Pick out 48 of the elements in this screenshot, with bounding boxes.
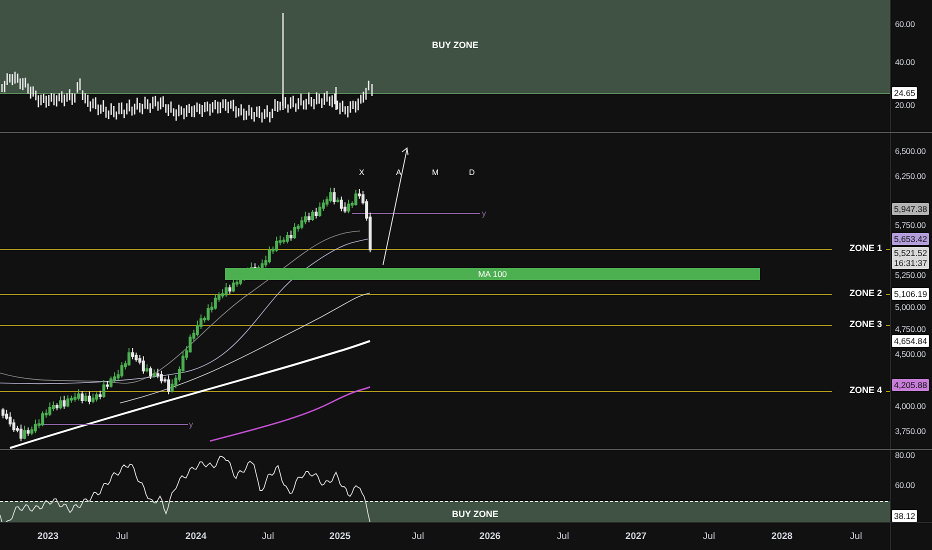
axis-label: 80.00	[895, 450, 915, 461]
price-badge: 24.65	[892, 87, 918, 99]
axis-label: 6,500.00	[895, 146, 926, 157]
zone-label: ZONE 3	[849, 319, 882, 330]
zone-label: ZONE 1	[849, 243, 882, 254]
time-axis-label: 2023	[37, 531, 59, 542]
time-axis-label: 2026	[479, 531, 501, 542]
pattern-letter: M	[432, 167, 439, 178]
countdown-text: 16:31:37	[894, 258, 928, 268]
pattern-letter: D	[469, 167, 475, 178]
zone-label: ZONE 2	[849, 288, 882, 299]
price-badge: 5,521.52 16:31:37	[892, 247, 930, 269]
time-axis-label: Jul	[850, 531, 862, 542]
price-badge: 4,205.88	[892, 379, 930, 391]
line-label: y	[189, 419, 193, 430]
axis-label: 60.00	[895, 480, 915, 491]
price-badge: 38.12	[892, 510, 918, 522]
axis-label: 3,750.00	[895, 426, 926, 437]
axis-label: 4,750.00	[895, 324, 926, 335]
axis-label: 5,000.00	[895, 302, 926, 313]
axis-label: 60.00	[895, 19, 915, 30]
axis-label: 4,000.00	[895, 401, 926, 412]
price-badge: 5,947.38	[892, 203, 930, 215]
line-label: y	[482, 208, 486, 219]
moving-average-band: MA 100	[225, 268, 760, 280]
pattern-letter: X	[359, 167, 364, 178]
time-axis-label: 2024	[185, 531, 207, 542]
axis-label: 40.00	[895, 57, 915, 68]
price-badge: 5,653.42	[892, 233, 930, 245]
time-axis-label: Jul	[116, 531, 128, 542]
time-axis-label: Jul	[412, 531, 424, 542]
zone-label: ZONE 4	[849, 385, 882, 396]
price-badge: 4,654.84	[892, 335, 930, 347]
time-axis-label: 2025	[329, 531, 351, 542]
axis-label: 5,750.00	[895, 220, 926, 231]
axis-label: 20.00	[895, 100, 915, 111]
pattern-letter: A	[396, 167, 402, 178]
axis-label: 6,250.00	[895, 171, 926, 182]
zone-label: BUY ZONE	[452, 509, 498, 520]
time-axis-label: 2027	[625, 531, 647, 542]
axis-label: 5,250.00	[895, 270, 926, 281]
time-axis-label: 2028	[771, 531, 793, 542]
axis-label: 4,500.00	[895, 349, 926, 360]
time-axis-label: Jul	[262, 531, 274, 542]
time-axis-label: Jul	[702, 531, 716, 542]
price-badge: 5,106.19	[892, 288, 930, 300]
time-axis-label: Jul	[556, 531, 570, 542]
zone-label: BUY ZONE	[432, 40, 478, 51]
